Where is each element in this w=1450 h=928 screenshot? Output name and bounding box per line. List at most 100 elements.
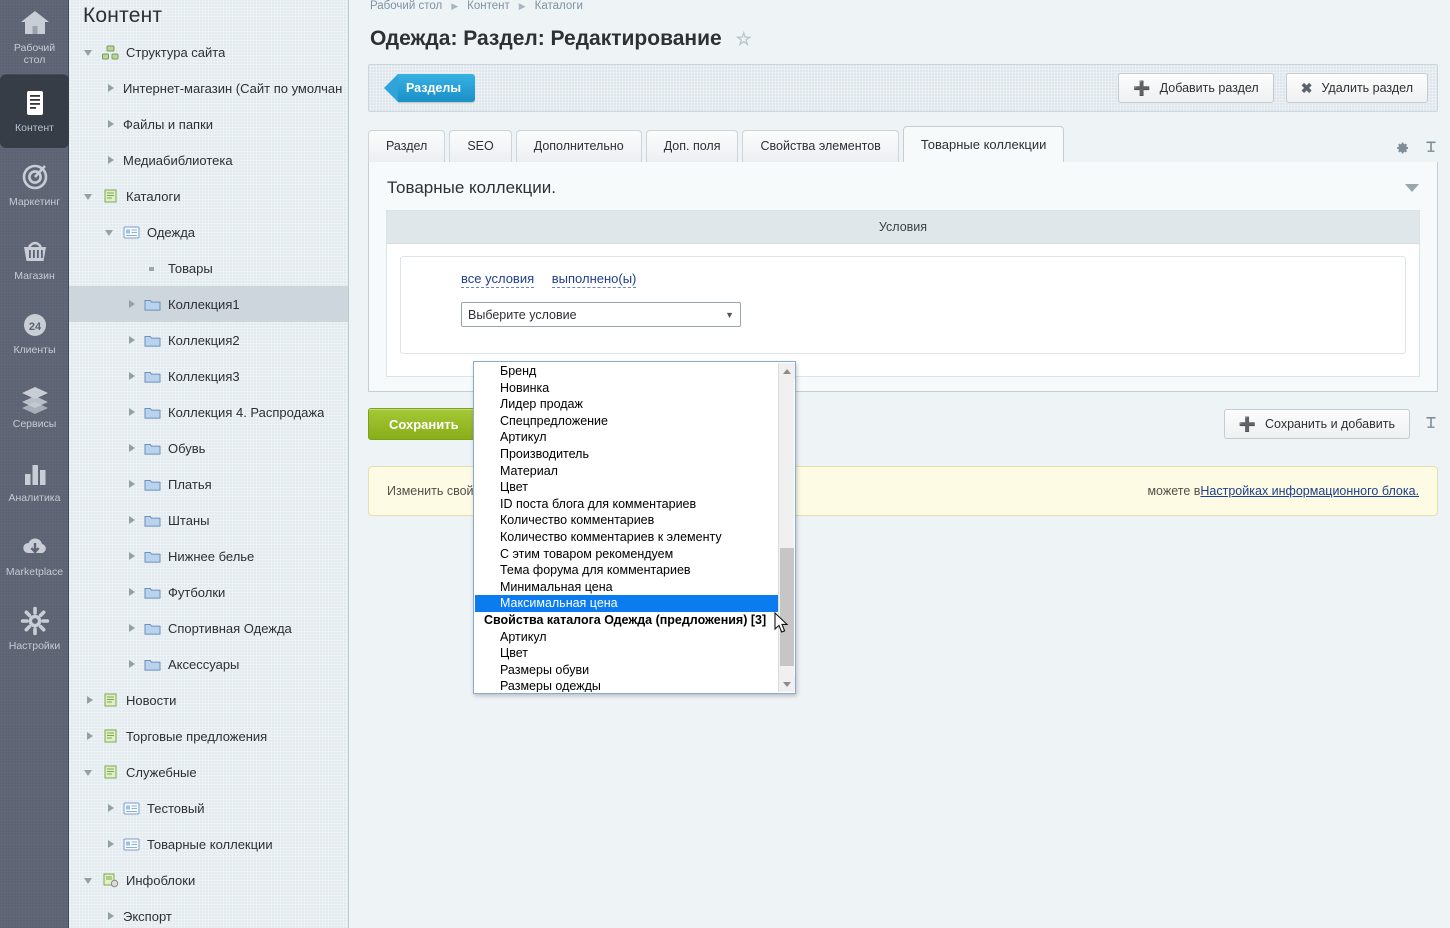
tree-node[interactable]: Футболки <box>69 574 348 610</box>
tree-node[interactable]: Обувь <box>69 430 348 466</box>
dropdown-option[interactable]: Новинка <box>475 380 778 397</box>
rail-item-4[interactable]: Магазин <box>0 222 69 296</box>
tree-toggle-closed-icon[interactable] <box>104 81 118 95</box>
caret-down-icon[interactable] <box>1405 184 1419 192</box>
tree-node[interactable]: Файлы и папки <box>69 106 348 142</box>
rail-item-6[interactable]: Сервисы <box>0 370 69 444</box>
scroll-down-arrow-icon[interactable] <box>779 676 795 692</box>
tab-5[interactable]: Свойства элементов <box>742 130 898 162</box>
tree-node[interactable]: Служебные <box>69 754 348 790</box>
dropdown-option[interactable]: Количество комментариев <box>475 512 778 529</box>
tree-toggle-closed-icon[interactable] <box>125 297 139 311</box>
tab-6[interactable]: Товарные коллекции <box>903 126 1065 162</box>
dropdown-option[interactable]: Количество комментариев к элементу <box>475 529 778 546</box>
dropdown-option[interactable]: Минимальная цена <box>475 579 778 596</box>
tree-toggle-closed-icon[interactable] <box>83 729 97 743</box>
gear-icon[interactable] <box>1394 140 1410 156</box>
tree-node[interactable]: Инфоблоки <box>69 862 348 898</box>
tree-node[interactable]: Структура сайта <box>69 34 348 70</box>
condition-select-dropdown[interactable]: БрендНовинкаЛидер продажСпецпредложениеА… <box>473 361 796 694</box>
dropdown-option[interactable]: Тема форума для комментариев <box>475 562 778 579</box>
tab-2[interactable]: SEO <box>449 130 511 162</box>
dropdown-option[interactable]: Артикул <box>475 629 778 646</box>
scrollbar-thumb[interactable] <box>780 548 794 666</box>
tree-node[interactable]: Нижнее белье <box>69 538 348 574</box>
tree-toggle-closed-icon[interactable] <box>125 657 139 671</box>
tree-toggle-closed-icon[interactable] <box>125 513 139 527</box>
tree-node[interactable]: Спортивная Одежда <box>69 610 348 646</box>
tree-toggle-closed-icon[interactable] <box>125 621 139 635</box>
dropdown-option[interactable]: Артикул <box>475 429 778 446</box>
tree-node[interactable]: Торговые предложения <box>69 718 348 754</box>
tree-toggle-closed-icon[interactable] <box>104 837 118 851</box>
dropdown-option[interactable]: ID поста блога для комментариев <box>475 496 778 513</box>
tree-node[interactable]: Медиабиблиотека <box>69 142 348 178</box>
tree-node[interactable]: Аксессуары <box>69 646 348 682</box>
tree-node[interactable]: Одежда <box>69 214 348 250</box>
tree-toggle-closed-icon[interactable] <box>104 801 118 815</box>
dropdown-option[interactable]: Производитель <box>475 446 778 463</box>
rail-item-7[interactable]: Аналитика <box>0 444 69 518</box>
add-section-button[interactable]: ➕ Добавить раздел <box>1118 73 1274 103</box>
condition-select[interactable]: Выберите условие ▼ <box>461 302 741 327</box>
tab-4[interactable]: Доп. поля <box>646 130 739 162</box>
tree-toggle-open-icon[interactable] <box>83 189 97 203</box>
tree-node[interactable]: Коллекция 4. Распродажа <box>69 394 348 430</box>
breadcrumb-item[interactable]: Каталоги <box>535 0 583 12</box>
tree-toggle-closed-icon[interactable] <box>104 117 118 131</box>
tree-node[interactable]: Товары <box>69 250 348 286</box>
fulfilled-link[interactable]: выполнено(ы) <box>552 271 637 288</box>
tree-toggle-closed-icon[interactable] <box>104 909 118 923</box>
save-button[interactable]: Сохранить <box>368 408 480 440</box>
tree-toggle-open-icon[interactable] <box>104 225 118 239</box>
tree-toggle-open-icon[interactable] <box>83 873 97 887</box>
rail-item-9[interactable]: Настройки <box>0 592 69 666</box>
tree-node[interactable]: Тестовый <box>69 790 348 826</box>
tree-toggle-closed-icon[interactable] <box>125 405 139 419</box>
breadcrumb-item[interactable]: Контент <box>467 0 510 12</box>
all-conditions-link[interactable]: все условия <box>461 271 534 288</box>
sections-tag-button[interactable]: Разделы <box>398 74 475 102</box>
tree-node[interactable]: Экспорт <box>69 898 348 928</box>
tree-toggle-closed-icon[interactable] <box>83 693 97 707</box>
tree-toggle-open-icon[interactable] <box>83 45 97 59</box>
pin-icon[interactable] <box>1424 140 1438 156</box>
tree-toggle-closed-icon[interactable] <box>125 333 139 347</box>
tree-node[interactable]: Штаны <box>69 502 348 538</box>
rail-item-3[interactable]: Маркетинг <box>0 148 69 222</box>
tree-node[interactable]: Новости <box>69 682 348 718</box>
dropdown-option[interactable]: С этим товаром рекомендуем <box>475 546 778 563</box>
tree-toggle-closed-icon[interactable] <box>125 549 139 563</box>
tree-node[interactable]: Каталоги <box>69 178 348 214</box>
tab-1[interactable]: Раздел <box>368 130 445 162</box>
tree-node[interactable]: Коллекция3 <box>69 358 348 394</box>
tree-toggle-closed-icon[interactable] <box>125 477 139 491</box>
dropdown-option[interactable]: Цвет <box>475 645 778 662</box>
tree-toggle-open-icon[interactable] <box>83 765 97 779</box>
tree-toggle-closed-icon[interactable] <box>125 441 139 455</box>
star-outline-icon[interactable]: ☆ <box>736 30 752 48</box>
tree-toggle-closed-icon[interactable] <box>125 585 139 599</box>
rail-item-1[interactable]: Рабочий стол <box>0 0 69 74</box>
breadcrumb-item[interactable]: Рабочий стол <box>370 0 442 12</box>
dropdown-option[interactable]: Размеры одежды <box>475 678 778 692</box>
tree-node[interactable]: Платья <box>69 466 348 502</box>
delete-section-button[interactable]: ✖ Удалить раздел <box>1286 73 1428 103</box>
save-and-add-button[interactable]: ➕ Сохранить и добавить <box>1224 409 1410 439</box>
tree-node[interactable]: Коллекция1 <box>69 286 348 322</box>
dropdown-option[interactable]: Спецпредложение <box>475 413 778 430</box>
tab-3[interactable]: Дополнительно <box>516 130 642 162</box>
rail-item-2[interactable]: Контент <box>0 74 69 148</box>
dropdown-option[interactable]: Цвет <box>475 479 778 496</box>
rail-item-5[interactable]: 24Клиенты <box>0 296 69 370</box>
tree-node[interactable]: Коллекция2 <box>69 322 348 358</box>
dropdown-option[interactable]: Материал <box>475 463 778 480</box>
tree-node[interactable]: Товарные коллекции <box>69 826 348 862</box>
tree-toggle-closed-icon[interactable] <box>104 153 118 167</box>
dropdown-option[interactable]: Лидер продаж <box>475 396 778 413</box>
scroll-up-arrow-icon[interactable] <box>779 363 795 379</box>
rail-item-8[interactable]: Marketplace <box>0 518 69 592</box>
dropdown-option[interactable]: Бренд <box>475 363 778 380</box>
tree-node[interactable]: Интернет-магазин (Сайт по умолчан <box>69 70 348 106</box>
iblock-settings-link[interactable]: Настройках информационного блока. <box>1200 484 1419 498</box>
